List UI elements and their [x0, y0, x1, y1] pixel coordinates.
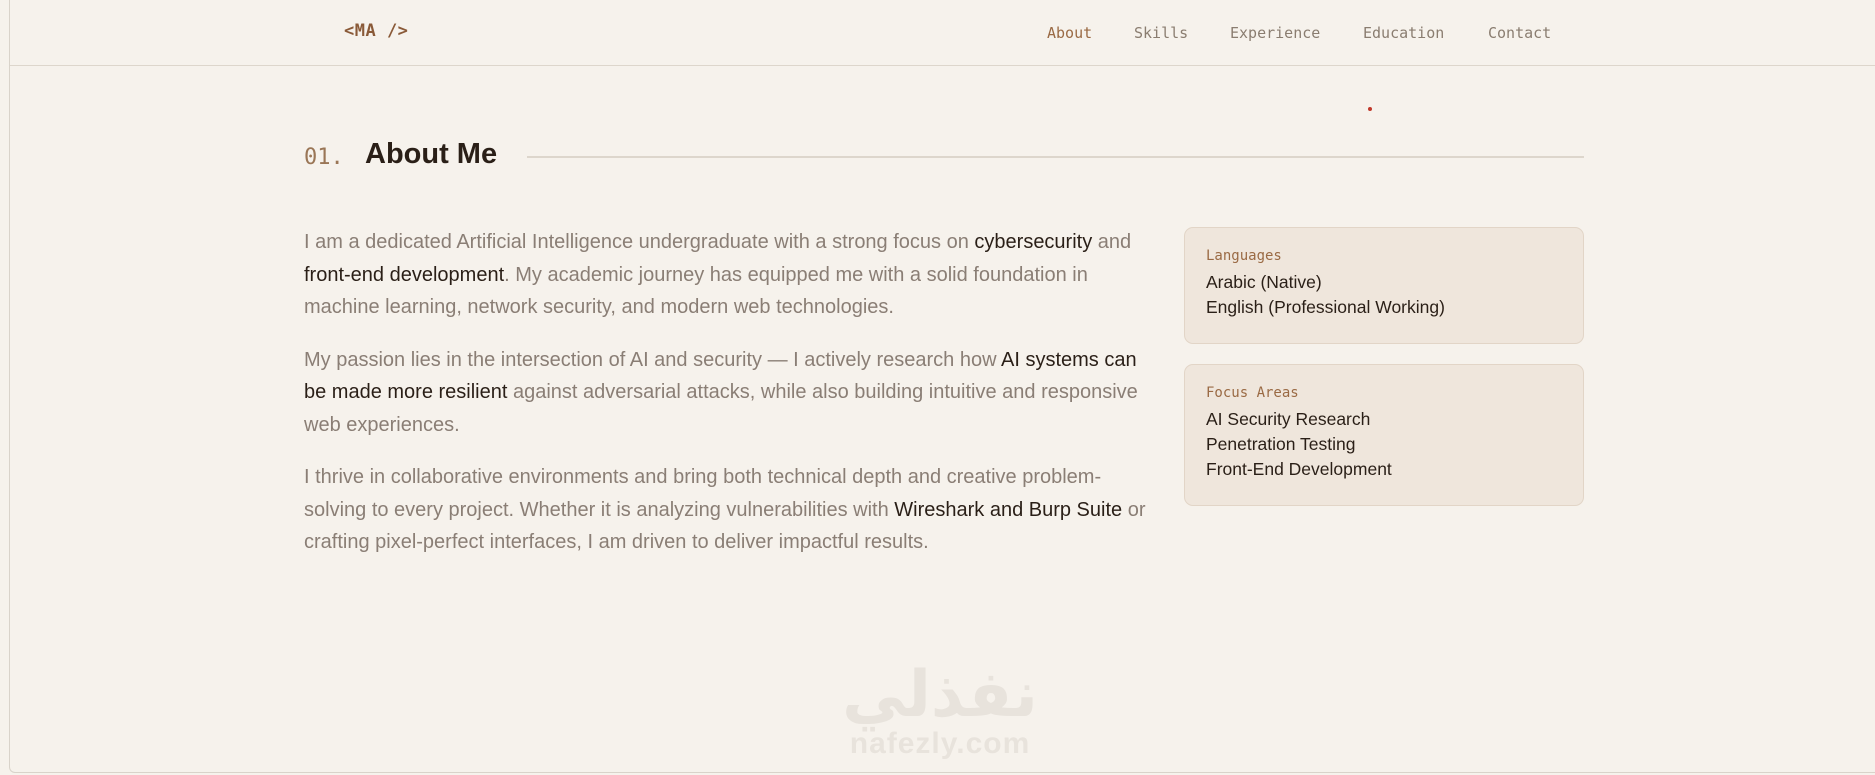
- about-paragraph-3: I thrive in collaborative environments a…: [304, 461, 1154, 559]
- highlight-cybersecurity: cybersecurity: [974, 231, 1093, 253]
- nav-link-education[interactable]: Education: [1363, 24, 1444, 42]
- section-title: About Me: [365, 138, 498, 170]
- focus-item: AI Security Research: [1206, 409, 1371, 429]
- site-logo[interactable]: <MA />: [344, 21, 408, 41]
- watermark-arabic: نفذلي: [842, 658, 1038, 732]
- top-navbar: <MA /> About Skills Experience Education…: [10, 0, 1875, 66]
- about-paragraph-2: My passion lies in the intersection of A…: [304, 344, 1154, 442]
- section-number: 01.: [304, 145, 344, 170]
- about-paragraph-1: I am a dedicated Artificial Intelligence…: [304, 226, 1154, 324]
- languages-label: Languages: [1206, 248, 1282, 264]
- cursor-dot: [1368, 107, 1372, 111]
- focus-item: Front-End Development: [1206, 459, 1392, 479]
- nav-link-contact[interactable]: Contact: [1488, 24, 1551, 42]
- about-text: I am a dedicated Artificial Intelligence…: [304, 226, 1154, 579]
- watermark: نفذلي nafezly.com: [820, 658, 1060, 760]
- highlight-frontend: front-end development: [304, 263, 505, 286]
- highlight-tools: Wireshark and Burp Suite: [894, 498, 1123, 521]
- text-run: My passion lies in the intersection of A…: [304, 348, 1001, 371]
- focus-item: Penetration Testing: [1206, 434, 1356, 454]
- section-heading: 01. About Me: [304, 138, 1584, 178]
- watermark-latin: nafezly.com: [849, 727, 1031, 760]
- text-run: and: [1092, 231, 1132, 253]
- text-run: I am a dedicated Artificial Intelligence…: [304, 231, 975, 253]
- focus-areas-card: Focus Areas AI Security Research Penetra…: [1184, 364, 1584, 506]
- language-item: English (Professional Working): [1206, 297, 1445, 317]
- nav-link-about[interactable]: About: [1047, 24, 1092, 42]
- nav-link-experience[interactable]: Experience: [1230, 24, 1320, 42]
- focus-areas-label: Focus Areas: [1206, 385, 1299, 401]
- language-item: Arabic (Native): [1206, 272, 1322, 292]
- section-divider: [527, 156, 1584, 158]
- nav-link-skills[interactable]: Skills: [1134, 24, 1188, 42]
- languages-card: Languages Arabic (Native) English (Profe…: [1184, 227, 1584, 344]
